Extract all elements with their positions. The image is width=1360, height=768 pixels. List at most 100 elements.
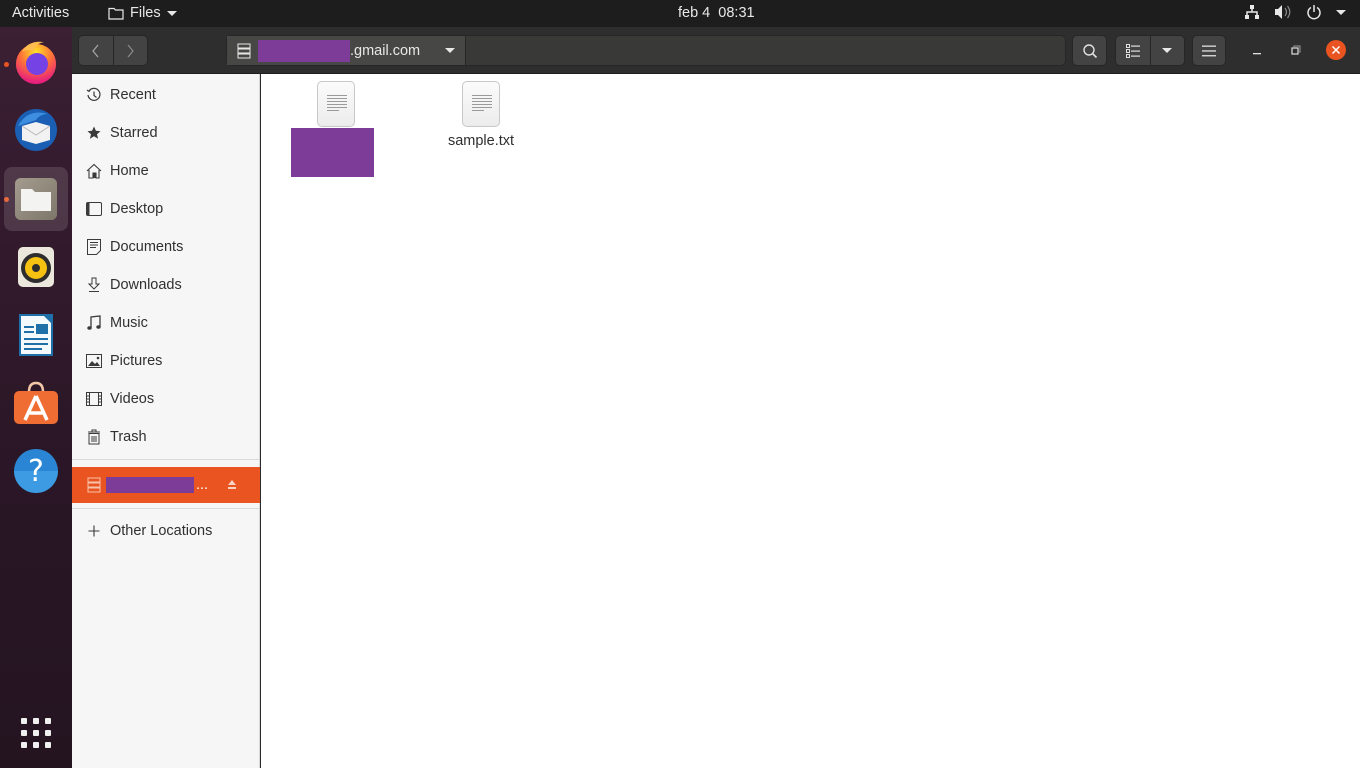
- header-bar: .gmail.com: [72, 27, 1360, 74]
- sidebar-item-music[interactable]: Music: [72, 305, 260, 341]
- sidebar: Recent Starred Home Desktop Documents Do…: [72, 74, 260, 768]
- plus-icon: [86, 523, 102, 539]
- eject-icon: [228, 480, 236, 489]
- file-item[interactable]: sample.txt: [431, 81, 531, 149]
- sidebar-item-label-ellipsis: ...: [196, 477, 209, 493]
- activities-button[interactable]: Activities: [12, 5, 69, 21]
- forward-button[interactable]: [112, 36, 147, 65]
- sidebar-item-starred[interactable]: Starred: [72, 115, 260, 151]
- redacted-file-name: [291, 128, 374, 177]
- star-icon: [86, 125, 102, 141]
- sidebar-item-home[interactable]: Home: [72, 153, 260, 189]
- sidebar-item-label: Music: [110, 315, 148, 331]
- network-drive-icon: [86, 477, 102, 493]
- sidebar-separator: [72, 459, 260, 460]
- writer-icon: [19, 314, 53, 356]
- search-button[interactable]: [1072, 35, 1107, 66]
- documents-icon: [86, 239, 102, 255]
- dock-firefox[interactable]: [4, 30, 68, 94]
- view-options-button[interactable]: [1151, 36, 1185, 65]
- app-menu[interactable]: Files: [108, 5, 177, 21]
- sidebar-separator: [72, 508, 260, 509]
- dock-rhythmbox[interactable]: [4, 235, 68, 299]
- close-icon: [1331, 45, 1341, 55]
- videos-icon: [86, 391, 102, 407]
- dock: ?: [0, 27, 72, 768]
- downloads-icon: [86, 277, 102, 293]
- app-menu-caret-icon: [166, 10, 177, 16]
- path-bar[interactable]: .gmail.com: [226, 35, 1066, 66]
- sidebar-item-label: Downloads: [110, 277, 182, 293]
- path-dropdown-icon[interactable]: [445, 48, 456, 53]
- sidebar-item-downloads[interactable]: Downloads: [72, 267, 260, 303]
- help-icon: ?: [14, 449, 58, 493]
- sidebar-item-label: Trash: [110, 429, 147, 445]
- recent-icon: [86, 87, 102, 103]
- view-toggle-group: [1115, 35, 1185, 66]
- sidebar-item-pictures[interactable]: Pictures: [72, 343, 260, 379]
- network-drive-icon: [237, 43, 251, 58]
- sidebar-item-videos[interactable]: Videos: [72, 381, 260, 417]
- dock-thunderbird[interactable]: [4, 98, 68, 162]
- redacted-account-name: [258, 39, 350, 62]
- system-menu-caret-icon: [1336, 9, 1346, 15]
- minimize-button[interactable]: [1249, 42, 1265, 58]
- svg-text:?: ?: [28, 454, 44, 489]
- hamburger-menu-icon: [1202, 45, 1216, 56]
- dock-ubuntu-software[interactable]: [4, 371, 68, 435]
- sidebar-item-documents[interactable]: Documents: [72, 229, 260, 265]
- app-menu-label: Files: [130, 5, 161, 21]
- dock-libreoffice-writer[interactable]: [4, 303, 68, 367]
- sidebar-item-other-locations[interactable]: Other Locations: [72, 513, 260, 549]
- network-icon: [1245, 5, 1259, 19]
- sidebar-item-label: Videos: [110, 391, 155, 407]
- desktop-icon: [86, 201, 102, 217]
- redacted-drive-name: [106, 477, 194, 493]
- dock-help[interactable]: ?: [4, 439, 68, 503]
- path-crumb-mount[interactable]: .gmail.com: [227, 36, 467, 65]
- pictures-icon: [86, 353, 102, 369]
- sidebar-item-label: Home: [110, 163, 149, 179]
- back-button[interactable]: [79, 36, 113, 65]
- rhythmbox-icon: [18, 247, 54, 287]
- trash-icon: [86, 429, 102, 445]
- sidebar-item-trash[interactable]: Trash: [72, 419, 260, 455]
- restore-button[interactable]: [1288, 42, 1304, 58]
- system-tray[interactable]: [1244, 4, 1346, 20]
- sidebar-item-label: Documents: [110, 239, 184, 255]
- volume-icon: [1275, 5, 1291, 19]
- close-button[interactable]: [1326, 40, 1346, 60]
- sidebar-item-desktop[interactable]: Desktop: [72, 191, 260, 227]
- list-view-icon: [1125, 43, 1140, 58]
- show-applications-button[interactable]: [4, 701, 68, 765]
- sidebar-item-label: Desktop: [110, 201, 164, 217]
- file-name: sample.txt: [447, 133, 515, 149]
- path-crumb-label: .gmail.com: [350, 42, 421, 59]
- power-icon: [1307, 5, 1321, 20]
- chevron-left-icon: [91, 44, 99, 57]
- list-view-button[interactable]: [1116, 36, 1151, 65]
- sidebar-item-label: Recent: [110, 87, 156, 103]
- eject-button[interactable]: [226, 478, 238, 494]
- sidebar-item-mounted-drive[interactable]: ...: [72, 467, 260, 503]
- dock-files[interactable]: [4, 167, 68, 231]
- navigation-buttons: [78, 35, 148, 66]
- text-file-icon: [462, 81, 500, 127]
- minimize-icon: [1253, 53, 1261, 55]
- top-bar: Activities Files feb 4 08:31: [0, 0, 1360, 27]
- main-menu-button[interactable]: [1192, 35, 1226, 66]
- firefox-icon: [16, 41, 56, 84]
- sidebar-item-recent[interactable]: Recent: [72, 77, 260, 113]
- sidebar-item-label: Pictures: [110, 353, 163, 369]
- folder-icon: [108, 7, 124, 20]
- sidebar-item-label: Other Locations: [110, 523, 213, 539]
- clock[interactable]: feb 4 08:31: [678, 5, 755, 21]
- show-applications-icon: [21, 718, 51, 748]
- search-icon: [1082, 43, 1097, 58]
- file-view[interactable]: sample.txt: [261, 74, 1360, 768]
- music-icon: [86, 315, 102, 331]
- file-item[interactable]: [286, 81, 386, 177]
- restore-icon: [1291, 45, 1301, 55]
- text-file-icon: [317, 81, 355, 127]
- home-icon: [86, 163, 102, 179]
